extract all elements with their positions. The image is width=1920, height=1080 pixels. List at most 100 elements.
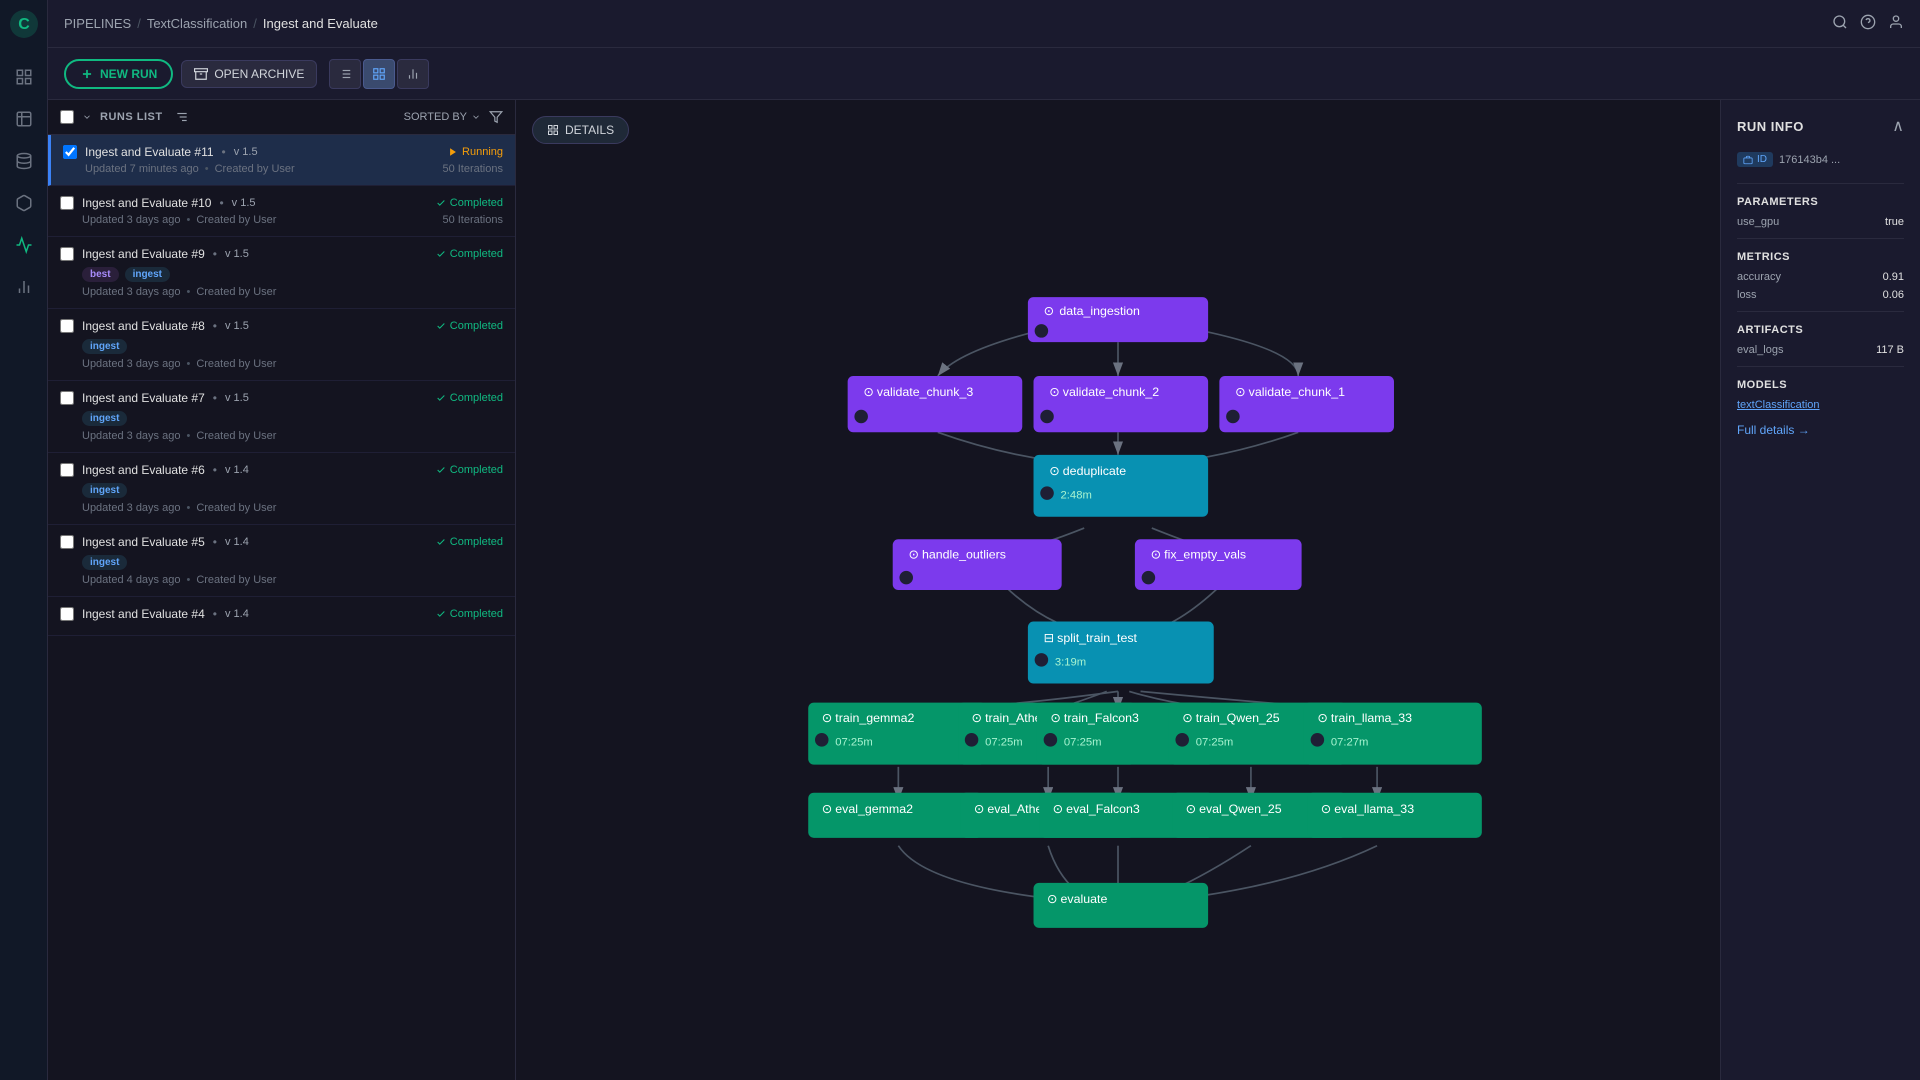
node-validate-chunk-3[interactable]: ⊙ validate_chunk_3: [848, 376, 1023, 432]
run-meta-time: Updated 7 minutes ago: [85, 163, 199, 175]
details-button[interactable]: DETAILS: [532, 116, 629, 144]
run-checkbox[interactable]: [63, 145, 77, 159]
sorted-by-button[interactable]: SORTED BY: [404, 111, 481, 123]
new-run-button[interactable]: NEW RUN: [64, 59, 173, 89]
run-iterations: 50 Iterations: [442, 163, 503, 175]
run-status: Completed: [436, 197, 503, 209]
svg-text:⊙: ⊙: [1047, 892, 1057, 906]
node-split-train-test[interactable]: ⊟ split_train_test 3:19m: [1028, 622, 1214, 684]
run-checkbox[interactable]: [60, 391, 74, 405]
models-title: MODELS: [1737, 379, 1904, 391]
svg-text:⊙: ⊙: [1321, 802, 1331, 816]
run-name: Ingest and Evaluate #11: [85, 145, 214, 159]
param-value: true: [1885, 216, 1904, 228]
run-status: Completed: [436, 464, 503, 476]
app-logo[interactable]: C: [8, 8, 40, 40]
svg-text:3:19m: 3:19m: [1055, 656, 1086, 668]
node-deduplicate[interactable]: ⊙ deduplicate 2:48m: [1034, 455, 1209, 517]
new-run-label: NEW RUN: [100, 67, 157, 81]
check-icon: [436, 465, 446, 475]
breadcrumb-pipelines[interactable]: PIPELINES: [64, 16, 131, 31]
view-chart-button[interactable]: [397, 59, 429, 89]
open-archive-button[interactable]: OPEN ARCHIVE: [181, 60, 317, 88]
svg-text:C: C: [18, 16, 30, 33]
run-item[interactable]: Ingest and Evaluate #11 • v 1.5 Running …: [48, 135, 515, 186]
view-grid-button[interactable]: [363, 59, 395, 89]
svg-text:train_Falcon3: train_Falcon3: [1064, 711, 1139, 725]
metric-key: loss: [1737, 289, 1757, 301]
select-all-checkbox[interactable]: [60, 110, 74, 124]
settings-icon[interactable]: [175, 110, 189, 124]
run-item[interactable]: Ingest and Evaluate #10 • v 1.5 Complete…: [48, 186, 515, 237]
run-checkbox[interactable]: [60, 535, 74, 549]
run-checkbox[interactable]: [60, 196, 74, 210]
run-version: v 1.4: [225, 608, 249, 620]
svg-text:⊙: ⊙: [908, 547, 918, 561]
details-label: DETAILS: [565, 123, 614, 137]
run-checkbox[interactable]: [60, 247, 74, 261]
svg-text:⊙: ⊙: [1053, 802, 1063, 816]
sidebar-item-pipelines[interactable]: [6, 227, 42, 263]
run-meta-time: Updated 3 days ago: [82, 430, 180, 442]
run-meta-by: Created by User: [196, 574, 276, 586]
help-icon[interactable]: [1860, 14, 1876, 33]
run-version: v 1.4: [225, 464, 249, 476]
content-area: RUNS LIST SORTED BY Ingest and Evaluate …: [48, 100, 1920, 1080]
sidebar-item-datasets[interactable]: [6, 143, 42, 179]
filter-icon[interactable]: [489, 110, 503, 124]
run-meta-by: Created by User: [196, 214, 276, 226]
node-fix-empty-vals[interactable]: ⊙ fix_empty_vals: [1135, 539, 1302, 590]
param-row-use-gpu: use_gpu true: [1737, 216, 1904, 228]
check-icon: [436, 198, 446, 208]
tag-ingest: ingest: [82, 483, 127, 498]
node-eval-llama33[interactable]: ⊙ eval_llama_33: [1307, 793, 1482, 838]
breadcrumb-textclassification[interactable]: TextClassification: [147, 16, 247, 31]
run-checkbox[interactable]: [60, 463, 74, 477]
node-evaluate[interactable]: ⊙ evaluate: [1034, 883, 1209, 928]
svg-text:eval_llama_33: eval_llama_33: [1334, 802, 1414, 816]
node-validate-chunk-1[interactable]: ⊙ validate_chunk_1: [1219, 376, 1394, 432]
svg-text:⊙: ⊙: [1151, 547, 1161, 561]
run-item[interactable]: Ingest and Evaluate #4 • v 1.4 Completed: [48, 597, 515, 636]
run-meta-time: Updated 3 days ago: [82, 214, 180, 226]
run-id-value: 176143b4 ...: [1779, 154, 1840, 166]
run-meta-by: Created by User: [196, 502, 276, 514]
tag-ingest: ingest: [82, 411, 127, 426]
user-icon[interactable]: [1888, 14, 1904, 33]
svg-text:handle_outliers: handle_outliers: [922, 547, 1006, 561]
run-name: Ingest and Evaluate #4: [82, 607, 205, 621]
svg-text:⊙: ⊙: [1049, 464, 1059, 478]
svg-text:07:25m: 07:25m: [835, 736, 873, 748]
runs-header-actions: SORTED BY: [404, 110, 503, 124]
run-item[interactable]: Ingest and Evaluate #8 • v 1.5 Completed…: [48, 309, 515, 381]
sidebar-item-dashboard[interactable]: [6, 59, 42, 95]
run-checkbox[interactable]: [60, 607, 74, 621]
pipeline-canvas: DETAILS: [516, 100, 1720, 1080]
model-link[interactable]: textClassification: [1737, 399, 1904, 411]
node-train-llama33[interactable]: ⊙ train_llama_33 07:27m: [1304, 703, 1482, 765]
run-item[interactable]: Ingest and Evaluate #7 • v 1.5 Completed…: [48, 381, 515, 453]
check-icon: [436, 393, 446, 403]
node-handle-outliers[interactable]: ⊙ handle_outliers: [893, 539, 1062, 590]
full-details-link[interactable]: Full details →: [1737, 423, 1904, 437]
run-item[interactable]: Ingest and Evaluate #5 • v 1.4 Completed…: [48, 525, 515, 597]
svg-text:⊙: ⊙: [1050, 711, 1060, 725]
node-eval-gemma2[interactable]: ⊙ eval_gemma2: [808, 793, 983, 838]
run-checkbox[interactable]: [60, 319, 74, 333]
run-name: Ingest and Evaluate #5: [82, 535, 205, 549]
sidebar-item-models[interactable]: [6, 185, 42, 221]
search-icon[interactable]: [1832, 14, 1848, 33]
pipeline-diagram: ⊙ data_ingestion ⊙ validate_chunk_3 ⊙ va…: [516, 100, 1720, 1080]
node-validate-chunk-2[interactable]: ⊙ validate_chunk_2: [1034, 376, 1209, 432]
run-item[interactable]: Ingest and Evaluate #9 • v 1.5 Completed…: [48, 237, 515, 309]
svg-text:data_ingestion: data_ingestion: [1059, 304, 1140, 318]
run-item[interactable]: Ingest and Evaluate #6 • v 1.4 Completed…: [48, 453, 515, 525]
collapse-panel-button[interactable]: ∧: [1892, 116, 1904, 136]
node-data-ingestion[interactable]: ⊙ data_ingestion: [1028, 297, 1208, 342]
svg-text:validate_chunk_3: validate_chunk_3: [877, 385, 973, 399]
sidebar-item-experiments[interactable]: [6, 101, 42, 137]
sidebar-item-compare[interactable]: [6, 269, 42, 305]
svg-text:⊙: ⊙: [972, 711, 982, 725]
chevron-down-icon: [82, 112, 92, 122]
view-list-button[interactable]: [329, 59, 361, 89]
